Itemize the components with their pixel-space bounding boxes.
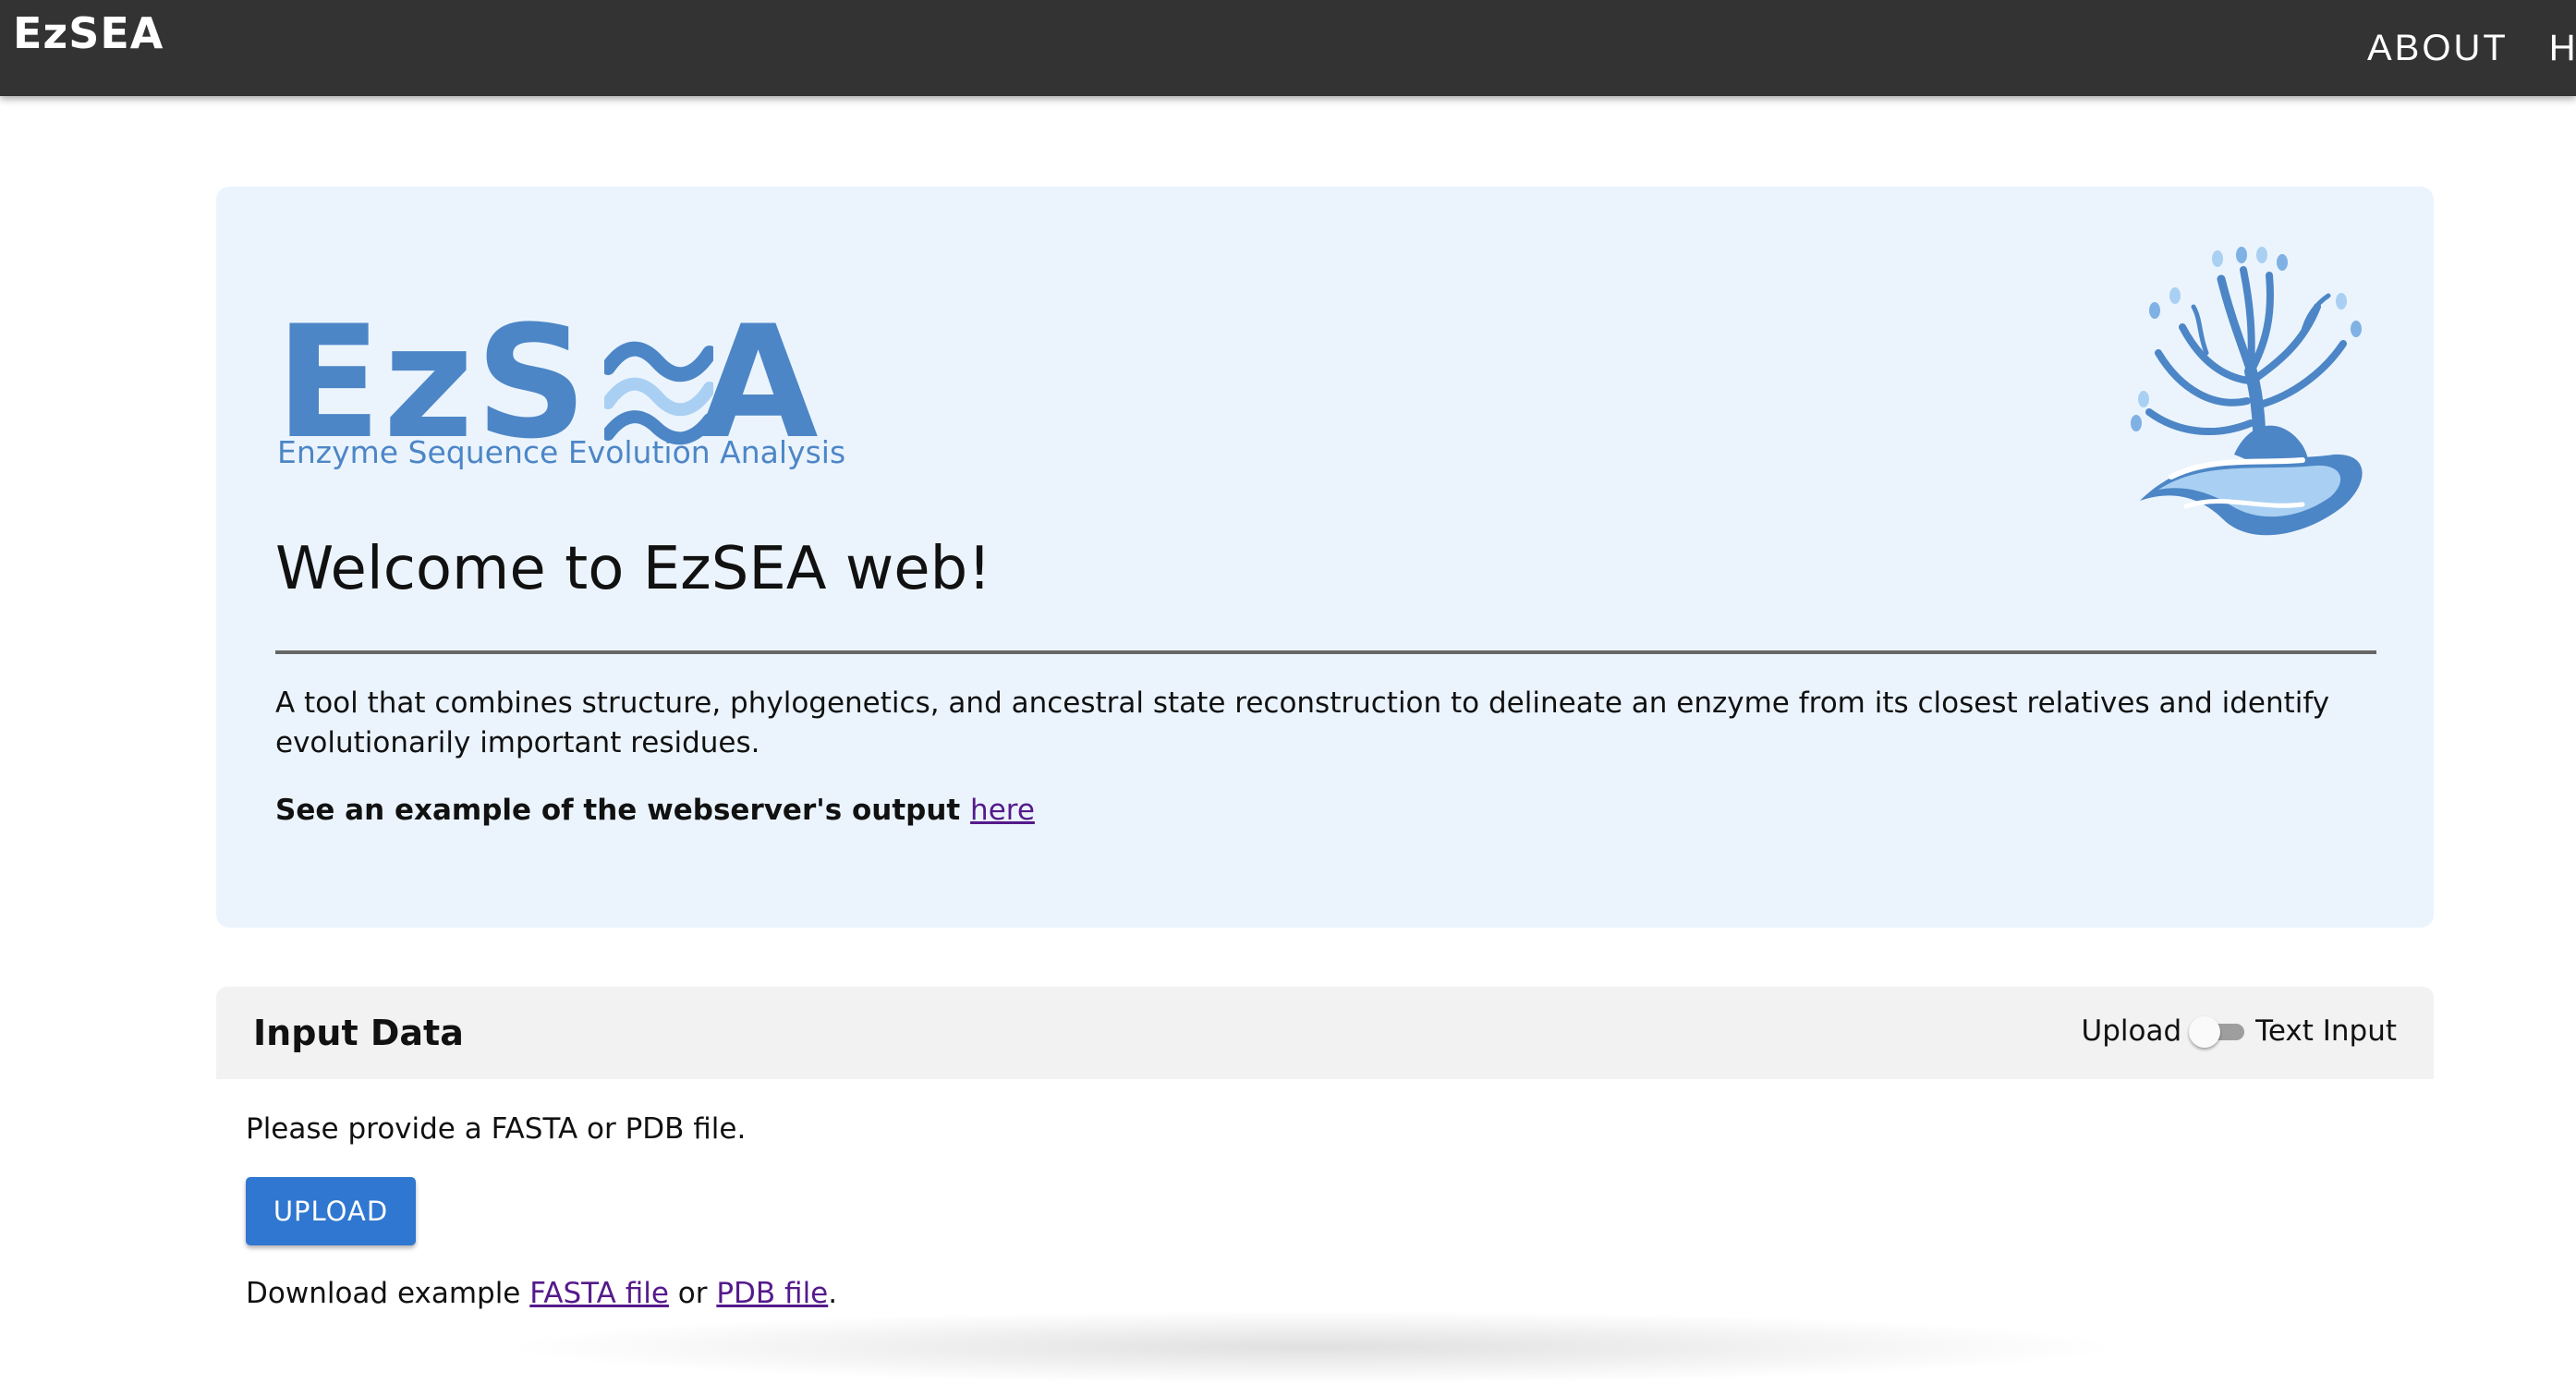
hero-divider [275,650,2376,654]
navbar-brand[interactable]: EzSEA [13,6,164,61]
nav-link-about[interactable]: ABOUT [2367,26,2509,70]
hero-description: A tool that combines structure, phylogen… [275,686,2330,759]
toggle-label-text-input: Text Input [2255,1014,2397,1048]
upload-button[interactable]: UPLOAD [246,1177,416,1245]
example-output-line: See an example of the webserver's output… [275,791,1035,831]
toggle-label-upload: Upload [2081,1014,2182,1048]
navbar-links: ABOUT HE [2367,26,2576,70]
switch-thumb[interactable] [2189,1016,2221,1048]
ezsea-logo: EzS A Enzyme Sequence Evolution Analysis [275,305,845,480]
example-output-text: See an example of the webserver's output [275,794,961,827]
nav-link-help[interactable]: HE [2549,26,2576,70]
bottom-shadow [499,1310,2125,1384]
example-output-link[interactable]: here [970,794,1035,827]
input-data-title: Input Data [253,1013,464,1053]
file-prompt: Please provide a FASTA or PDB file. [246,1112,747,1146]
input-mode-toggle: Upload Text Input [2082,1009,2397,1055]
pdb-example-link[interactable]: PDB file [716,1277,828,1310]
top-navbar: EzSEA ABOUT HE [0,0,2576,96]
logo-tagline: Enzyme Sequence Evolution Analysis [277,434,846,470]
page-title: Welcome to EzSEA web! [275,535,991,603]
wave-e-icon [604,341,713,445]
fasta-example-link[interactable]: FASTA file [529,1277,669,1310]
download-prefix: Download example [246,1277,521,1310]
hero-card: EzSA Enzyme Sequence Evolution Analysis [216,187,2434,928]
download-period: . [828,1277,838,1310]
input-mode-switch[interactable] [2189,1013,2245,1050]
download-or: or [677,1277,708,1310]
tree-wave-logo-icon [2131,247,2363,536]
input-data-header: Input Data Upload Text Input [216,987,2434,1079]
download-examples: Download example FASTA file or PDB file. [246,1273,837,1314]
